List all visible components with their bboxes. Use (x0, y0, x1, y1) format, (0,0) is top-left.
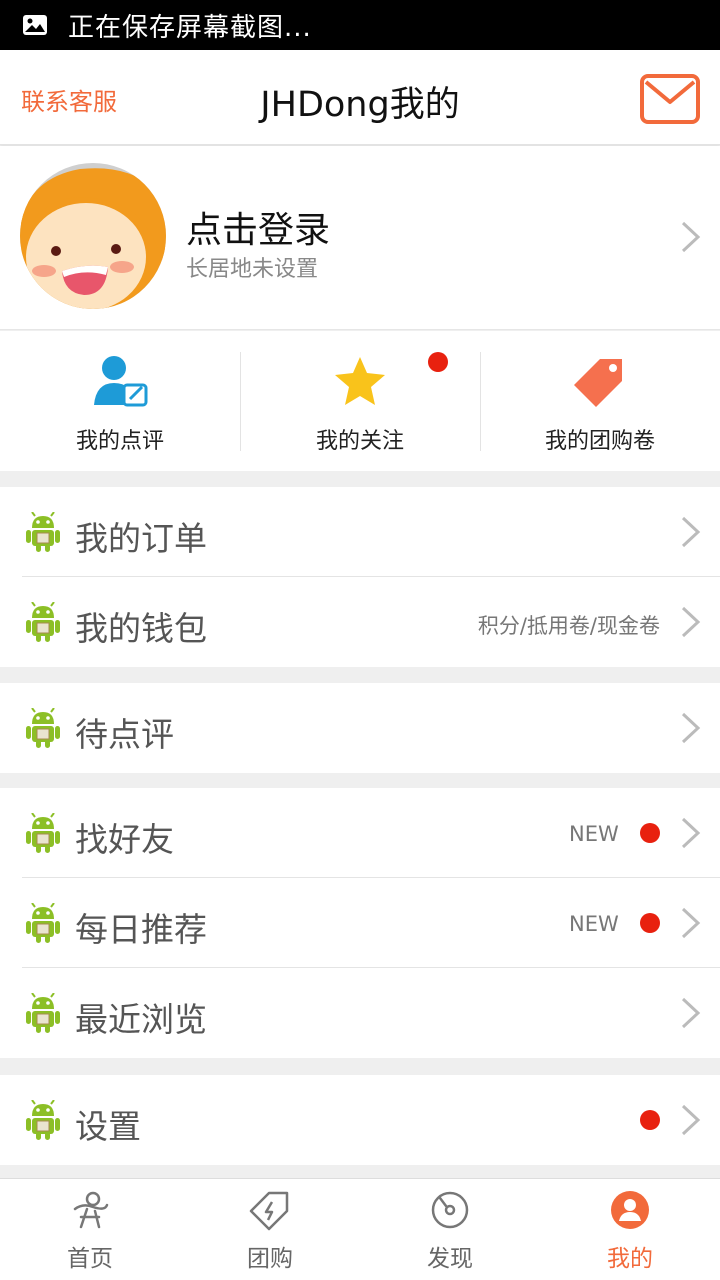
quick-label: 我的关注 (315, 429, 404, 454)
cartoon-avatar-icon (20, 168, 166, 309)
tab-label: 我的 (607, 1246, 653, 1272)
status-bar: 正在保存屏幕截图... (0, 0, 720, 50)
status-text: 正在保存屏幕截图... (68, 12, 312, 43)
menu-label: 我的钱包 (75, 609, 207, 648)
chevron-right-icon (681, 606, 701, 638)
android-icon (26, 708, 60, 748)
home-figure-icon (73, 1191, 109, 1229)
my-follows-button[interactable]: 我的关注 (240, 331, 480, 471)
tab-label: 团购 (247, 1246, 293, 1272)
chevron-right-icon (681, 712, 701, 744)
android-icon (26, 813, 60, 853)
wallet-subtitle: 积分/抵用卷/现金卷 (477, 614, 660, 638)
menu-label: 最近浏览 (75, 1000, 207, 1039)
profile-icon (611, 1191, 649, 1229)
android-icon (26, 993, 60, 1033)
tab-discover[interactable]: 发现 (360, 1179, 540, 1280)
quick-label: 我的团购卷 (544, 429, 655, 454)
android-icon (26, 512, 60, 552)
android-icon (26, 602, 60, 642)
new-badge: NEW (569, 822, 619, 846)
login-prompt[interactable]: 点击登录 (186, 201, 330, 253)
tab-mine[interactable]: 我的 (540, 1179, 720, 1280)
my-coupons-button[interactable]: 我的团购卷 (480, 331, 720, 471)
menu-row-settings[interactable]: 设置 (0, 1075, 720, 1165)
chevron-right-icon (681, 997, 701, 1029)
bottom-tab-bar: 首页 团购 发现 我的 (0, 1178, 720, 1280)
tag-icon (574, 359, 622, 407)
menu-row-wallet[interactable]: 我的钱包 积分/抵用卷/现金卷 (0, 577, 720, 667)
chevron-right-icon (681, 817, 701, 849)
menu-group-4: 设置 (0, 1075, 720, 1165)
tab-label: 首页 (67, 1246, 113, 1272)
menu-group-1: 我的订单 我的钱包 积分/抵用卷/现金卷 (0, 487, 720, 667)
menu-row-recent[interactable]: 最近浏览 (0, 968, 720, 1058)
menu-row-find-friends[interactable]: 找好友 NEW (0, 788, 720, 878)
menu-row-daily-picks[interactable]: 每日推荐 NEW (0, 878, 720, 968)
chevron-right-icon (681, 221, 701, 253)
menu-row-orders[interactable]: 我的订单 (0, 487, 720, 577)
menu-label: 找好友 (75, 820, 174, 859)
profile-card[interactable]: 点击登录 长居地未设置 (0, 146, 720, 330)
menu-label: 待点评 (75, 715, 174, 754)
top-header: 联系客服 JHDong我的 (0, 50, 720, 145)
user-review-icon (94, 356, 148, 407)
android-icon (26, 1100, 60, 1140)
page-title: JHDong我的 (260, 85, 460, 125)
residence-text: 长居地未设置 (186, 257, 319, 282)
compass-icon (431, 1191, 469, 1229)
quick-actions: 我的点评 我的关注 我的团购卷 (0, 331, 720, 471)
tab-home[interactable]: 首页 (0, 1179, 180, 1280)
tab-label: 发现 (427, 1246, 473, 1272)
menu-row-pending-reviews[interactable]: 待点评 (0, 683, 720, 773)
image-icon (23, 15, 47, 35)
new-badge: NEW (569, 912, 619, 936)
android-icon (26, 903, 60, 943)
notification-dot (640, 823, 660, 843)
chevron-right-icon (681, 1104, 701, 1136)
notification-dot (428, 352, 448, 372)
deal-tag-icon (249, 1191, 289, 1231)
avatar[interactable] (20, 163, 166, 309)
menu-label: 设置 (75, 1107, 141, 1146)
tab-deals[interactable]: 团购 (180, 1179, 360, 1280)
mail-icon[interactable] (640, 74, 700, 124)
menu-group-3: 找好友 NEW 每日推荐 NEW 最近浏览 (0, 788, 720, 1058)
chevron-right-icon (681, 516, 701, 548)
menu-label: 每日推荐 (75, 910, 207, 949)
chevron-right-icon (681, 907, 701, 939)
my-reviews-button[interactable]: 我的点评 (0, 331, 240, 471)
menu-label: 我的订单 (75, 519, 207, 558)
menu-group-2: 待点评 (0, 683, 720, 773)
star-icon (335, 357, 385, 405)
notification-dot (640, 913, 660, 933)
quick-label: 我的点评 (75, 429, 164, 454)
notification-dot (640, 1110, 660, 1130)
